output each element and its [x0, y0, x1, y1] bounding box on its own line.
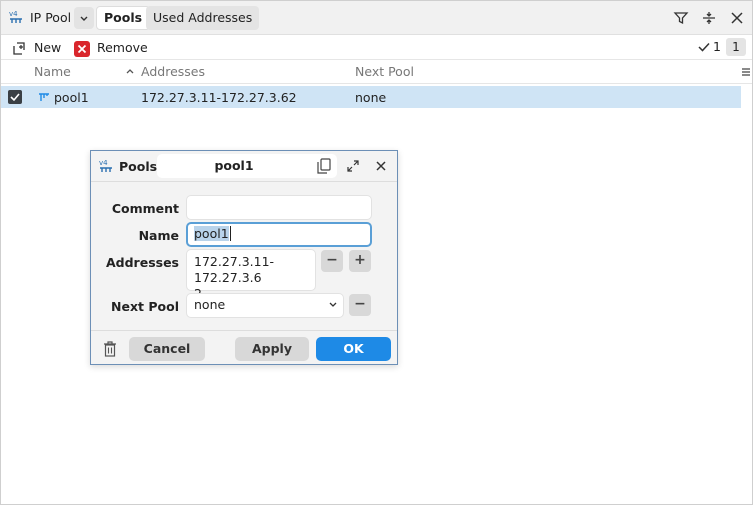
- total-count-badge: 1: [726, 38, 746, 56]
- toolbar: New Remove 1 1: [1, 35, 752, 60]
- dialog-title: Pools: [119, 159, 158, 174]
- close-icon[interactable]: [376, 161, 386, 171]
- next-pool-select[interactable]: none: [186, 293, 344, 318]
- tab-used-addresses[interactable]: Used Addresses: [146, 6, 260, 30]
- new-icon: [13, 41, 25, 55]
- ip-pool-icon: v4: [99, 159, 112, 172]
- chevron-down-icon: [329, 302, 337, 307]
- tab-pools[interactable]: Pools: [96, 6, 151, 30]
- addresses-value-line1: 172.27.3.11-172.27.3.6: [194, 254, 275, 285]
- remove-icon: [74, 40, 90, 57]
- apply-button[interactable]: Apply: [235, 337, 309, 361]
- comment-label: Comment: [111, 201, 179, 216]
- name-label: Name: [138, 228, 179, 243]
- menu-dropdown-button[interactable]: [74, 7, 94, 29]
- row-addresses: 172.27.3.11-172.27.3.62: [141, 90, 297, 105]
- title-bar: v4 IP Pool Pools Used Addresses: [1, 1, 752, 35]
- pool-edit-dialog: v4 Pools pool1 Comment Name pool1 Addres…: [90, 150, 398, 365]
- addresses-add-button[interactable]: +: [349, 250, 371, 272]
- selected-count: 1: [713, 39, 721, 54]
- trash-icon[interactable]: [103, 341, 117, 357]
- new-button[interactable]: New: [12, 39, 61, 57]
- table-header: Name Addresses Next Pool: [1, 60, 752, 84]
- column-menu-icon[interactable]: [741, 67, 751, 77]
- sort-ascending-icon: [126, 69, 134, 74]
- app-title: IP Pool: [30, 10, 72, 25]
- chevron-down-icon: [80, 16, 88, 21]
- svg-text:v4: v4: [99, 159, 108, 167]
- name-field-value: pool1: [194, 226, 229, 241]
- table-row[interactable]: pool1 172.27.3.11-172.27.3.62 none: [1, 86, 741, 108]
- next-pool-remove-button[interactable]: −: [349, 294, 371, 316]
- dialog-footer: Cancel Apply OK: [91, 330, 397, 364]
- copy-icon[interactable]: [317, 158, 331, 174]
- addresses-remove-button[interactable]: −: [321, 250, 343, 272]
- checkmark-icon: [698, 42, 710, 52]
- comment-field[interactable]: [186, 195, 372, 220]
- next-pool-value: none: [194, 297, 226, 312]
- row-next-pool: none: [355, 90, 387, 105]
- column-header-next-pool[interactable]: Next Pool: [355, 64, 414, 79]
- ip-pool-icon: v4: [9, 10, 22, 23]
- dialog-record-name-box: pool1: [157, 154, 337, 178]
- close-icon[interactable]: [729, 10, 745, 26]
- svg-text:v4: v4: [9, 10, 18, 18]
- addresses-field[interactable]: 172.27.3.11-172.27.3.6 2: [186, 249, 316, 301]
- row-checkbox[interactable]: [8, 90, 22, 104]
- ok-button[interactable]: OK: [316, 337, 391, 361]
- collapse-icon[interactable]: [701, 10, 717, 26]
- next-pool-label: Next Pool: [111, 299, 179, 314]
- expand-icon[interactable]: [347, 160, 359, 172]
- pool-icon: [39, 93, 49, 101]
- cancel-button[interactable]: Cancel: [129, 337, 205, 361]
- column-header-addresses[interactable]: Addresses: [141, 64, 205, 79]
- filter-icon[interactable]: [673, 10, 689, 26]
- dialog-title-bar[interactable]: v4 Pools pool1: [91, 151, 397, 182]
- checkmark-icon: [10, 93, 20, 102]
- remove-label: Remove: [96, 40, 148, 55]
- addresses-label: Addresses: [105, 255, 179, 270]
- dialog-record-name: pool1: [214, 158, 254, 173]
- new-label: New: [33, 40, 62, 55]
- name-field[interactable]: pool1: [186, 222, 372, 247]
- column-header-name[interactable]: Name: [34, 64, 71, 79]
- remove-button[interactable]: Remove: [74, 39, 148, 57]
- row-name: pool1: [54, 90, 89, 105]
- text-cursor: [229, 226, 231, 241]
